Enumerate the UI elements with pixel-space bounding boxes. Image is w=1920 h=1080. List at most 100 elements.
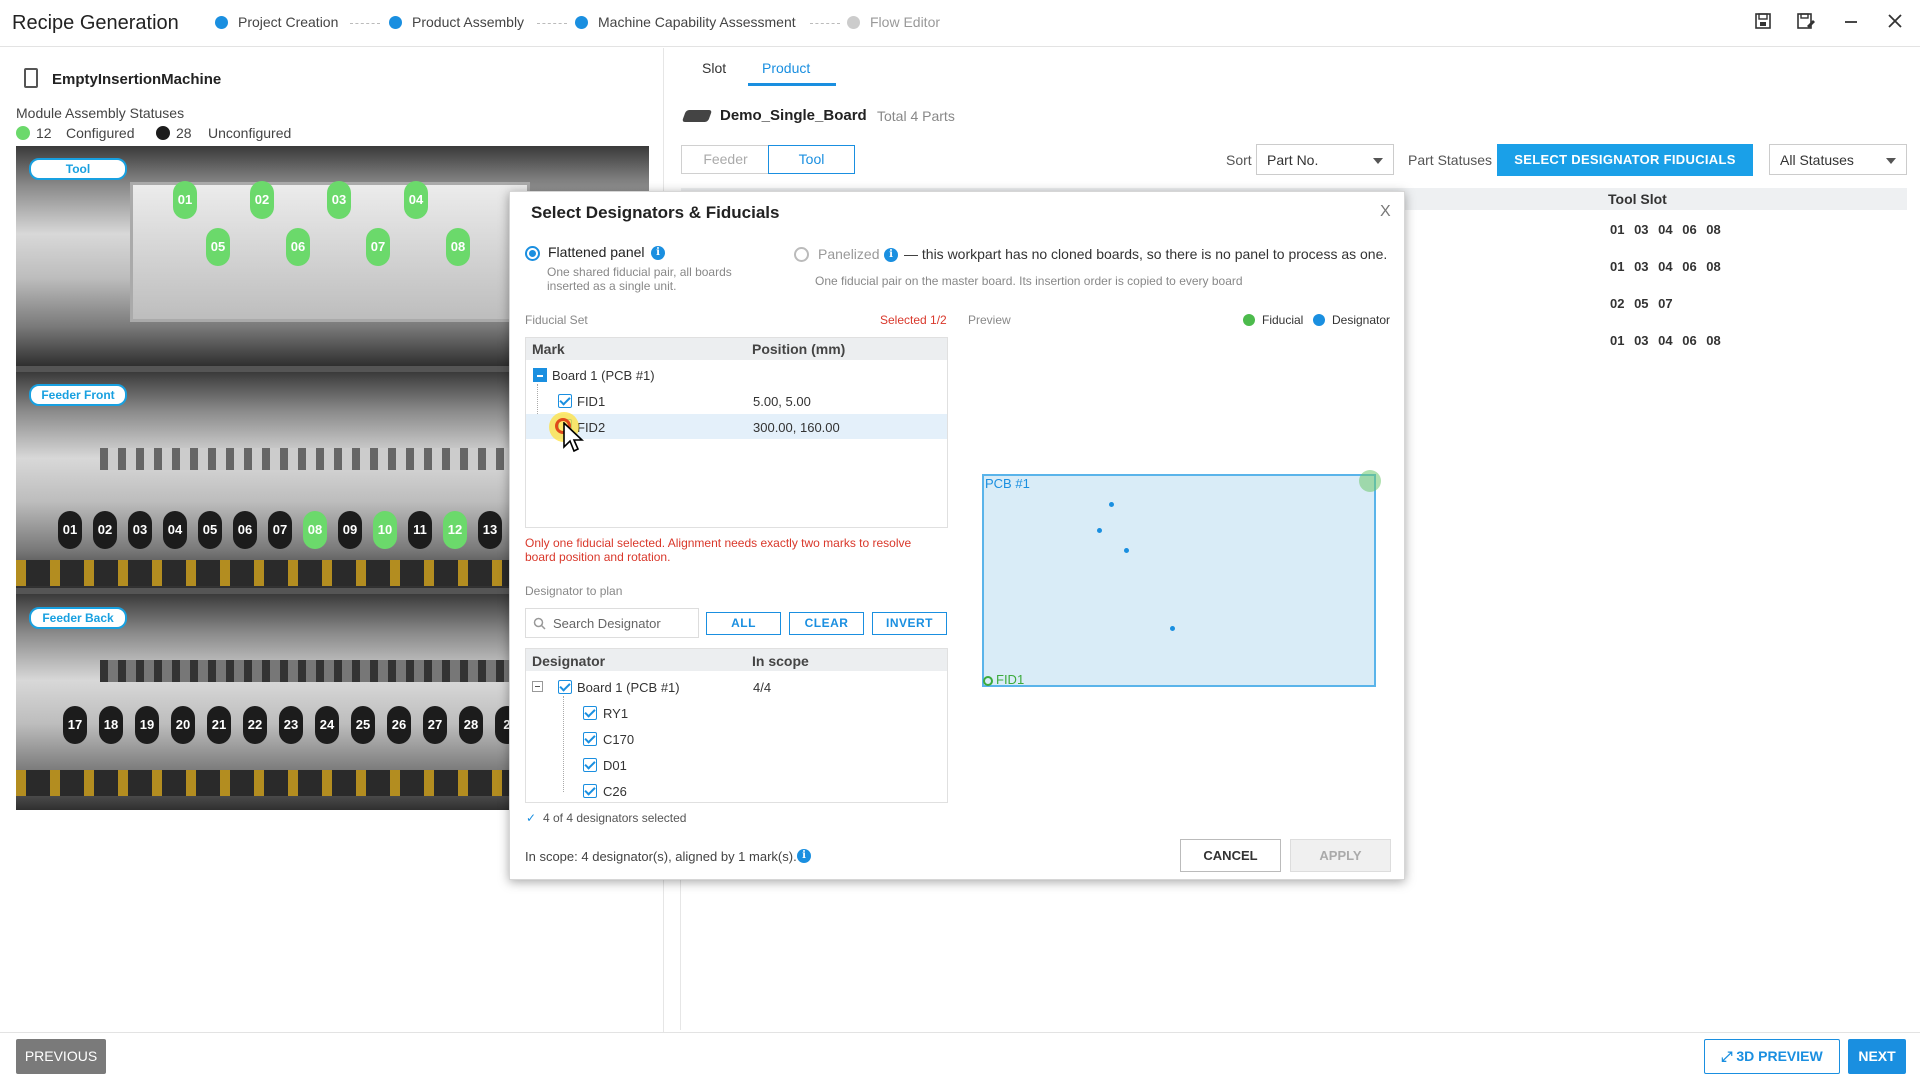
fiducial-set-label: Fiducial Set	[525, 313, 588, 327]
panelized-label[interactable]: Panelized	[818, 246, 880, 262]
feeder-front-slot-01[interactable]: 01	[58, 511, 82, 549]
status-filter-value: All Statuses	[1780, 152, 1854, 168]
feeder-back-slot-18[interactable]: 18	[99, 706, 123, 744]
designator-legend-label: Designator	[1332, 313, 1391, 327]
previous-button[interactable]: PREVIOUS	[16, 1039, 106, 1074]
designator-ry1: RY1	[603, 706, 629, 721]
feeder-back-section-badge[interactable]: Feeder Back	[29, 607, 127, 629]
active-tab-indicator	[748, 83, 836, 86]
tool-slot-cell: 01 03 04 06 08	[1610, 333, 1721, 348]
flattened-panel-label[interactable]: Flattened panel	[548, 244, 645, 260]
panelized-radio[interactable]	[794, 247, 809, 262]
feeder-front-slot-12[interactable]: 12	[443, 511, 467, 549]
flattened-panel-radio[interactable]	[525, 246, 540, 261]
fid1-checkbox[interactable]	[558, 394, 572, 408]
status-filter-dropdown[interactable]: All Statuses	[1769, 144, 1907, 175]
step-flow-editor[interactable]: Flow Editor	[847, 14, 940, 30]
dialog-close-button[interactable]: X	[1380, 203, 1391, 221]
board-icon	[681, 110, 713, 122]
feeder-front-slot-04[interactable]: 04	[163, 511, 187, 549]
tool-section-badge[interactable]: Tool	[29, 158, 127, 180]
feeder-front-section-badge[interactable]: Feeder Front	[29, 384, 127, 406]
feeder-front-slot-03[interactable]: 03	[128, 511, 152, 549]
feeder-back-slot-25[interactable]: 25	[351, 706, 375, 744]
feeder-back-slot-21[interactable]: 21	[207, 706, 231, 744]
tool-nozzle-05[interactable]: 05	[206, 228, 230, 266]
step-product-assembly[interactable]: Product Assembly	[389, 14, 524, 30]
feeder-front-slot-08[interactable]: 08	[303, 511, 327, 549]
next-button[interactable]: NEXT	[1848, 1039, 1906, 1074]
sort-dropdown[interactable]: Part No.	[1256, 144, 1394, 175]
feeder-back-slot-26[interactable]: 26	[387, 706, 411, 744]
in-scope-column-header: In scope	[752, 653, 809, 669]
step-project-creation[interactable]: Project Creation	[215, 14, 338, 30]
des-board-scope: 4/4	[753, 680, 772, 695]
tool-nozzle-02[interactable]: 02	[250, 181, 274, 219]
board-group-checkbox[interactable]	[533, 368, 547, 382]
feeder-front-slot-06[interactable]: 06	[233, 511, 257, 549]
feeder-back-slot-19[interactable]: 19	[135, 706, 159, 744]
configured-dot-icon	[16, 126, 30, 140]
d01-checkbox[interactable]	[583, 758, 597, 772]
feeder-front-slot-09[interactable]: 09	[338, 511, 362, 549]
des-board-checkbox[interactable]	[558, 680, 572, 694]
segment-feeder[interactable]: Feeder	[681, 145, 769, 174]
tool-nozzle-03[interactable]: 03	[327, 181, 351, 219]
feeder-front-slot-07[interactable]: 07	[268, 511, 292, 549]
mark-column-header: Mark	[532, 341, 565, 357]
preview-label: Preview	[968, 313, 1011, 327]
des-board-group-label: Board 1 (PCB #1)	[577, 680, 680, 695]
feeder-back-slot-20[interactable]: 20	[171, 706, 195, 744]
feeder-back-slot-17[interactable]: 17	[63, 706, 87, 744]
tool-nozzle-04[interactable]: 04	[404, 181, 428, 219]
3d-preview-button[interactable]: ⤢ 3D PREVIEW	[1704, 1039, 1840, 1074]
designator-point	[1124, 548, 1129, 553]
tool-nozzle-07[interactable]: 07	[366, 228, 390, 266]
feeder-front-slot-10[interactable]: 10	[373, 511, 397, 549]
feeder-back-slot-24[interactable]: 24	[315, 706, 339, 744]
apply-button[interactable]: APPLY	[1290, 839, 1391, 872]
feeder-back-slot-28[interactable]: 28	[459, 706, 483, 744]
app-title: Recipe Generation	[12, 12, 179, 34]
feeder-front-slot-11[interactable]: 11	[408, 511, 432, 549]
feeder-back-sockets	[16, 770, 516, 796]
clear-button[interactable]: CLEAR	[789, 612, 864, 635]
tab-slot[interactable]: Slot	[702, 60, 726, 76]
designator-point	[1109, 502, 1114, 507]
feeder-back-slot-27[interactable]: 27	[423, 706, 447, 744]
segment-tool[interactable]: Tool	[768, 145, 855, 174]
fiducial-warning: Only one fiducial selected. Alignment ne…	[525, 536, 912, 564]
tool-nozzle-08[interactable]: 08	[446, 228, 470, 266]
tab-product[interactable]: Product	[762, 60, 810, 76]
c170-checkbox[interactable]	[583, 732, 597, 746]
save-icon[interactable]	[1752, 12, 1774, 34]
feeder-front-slot-05[interactable]: 05	[198, 511, 222, 549]
save-as-icon[interactable]	[1795, 12, 1817, 34]
c26-checkbox[interactable]	[583, 784, 597, 798]
minimize-icon[interactable]	[1840, 12, 1862, 34]
feeder-back-slot-22[interactable]: 22	[243, 706, 267, 744]
step-connector	[810, 23, 840, 24]
designator-c170: C170	[603, 732, 635, 747]
feeder-back-slot-23[interactable]: 23	[279, 706, 303, 744]
tool-nozzle-01[interactable]: 01	[173, 181, 197, 219]
tree-line	[563, 696, 564, 792]
info-icon[interactable]: i	[651, 246, 665, 260]
feeder-front-slot-02[interactable]: 02	[93, 511, 117, 549]
info-icon[interactable]: i	[884, 248, 898, 262]
ry1-checkbox[interactable]	[583, 706, 597, 720]
select-all-button[interactable]: ALL	[706, 612, 781, 635]
step-machine-capability[interactable]: Machine Capability Assessment	[575, 14, 796, 30]
pcb-label: PCB #1	[985, 476, 1030, 491]
fid1-position: 5.00, 5.00	[753, 394, 811, 409]
invert-button[interactable]: INVERT	[872, 612, 947, 635]
cancel-button[interactable]: CANCEL	[1180, 839, 1281, 872]
search-designator-input[interactable]: Search Designator	[525, 608, 699, 638]
info-icon[interactable]: i	[797, 849, 811, 863]
select-designator-fiducials-button[interactable]: SELECT DESIGNATOR FIDUCIALS	[1497, 144, 1753, 176]
tool-nozzle-06[interactable]: 06	[286, 228, 310, 266]
feeder-front-slot-13[interactable]: 13	[478, 511, 502, 549]
close-icon[interactable]	[1884, 12, 1906, 34]
collapse-icon[interactable]	[532, 681, 543, 692]
pcb-preview	[982, 474, 1376, 687]
